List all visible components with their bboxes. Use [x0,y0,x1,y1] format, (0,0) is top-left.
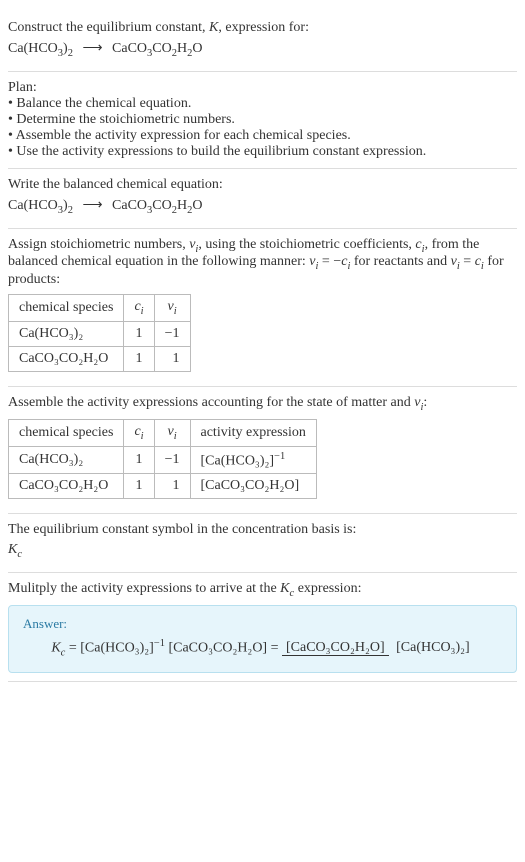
symbol-text: The equilibrium constant symbol in the c… [8,522,517,538]
eq-sub2: 2 [68,48,73,59]
fraction: [CaCO₃CO₂H₂O] [Ca(HCO₃)₂] [282,640,474,656]
col-nui: νi [154,419,190,446]
prompt-text-1: Construct the equilibrium constant, [8,20,209,35]
section-final: Mulitply the activity expressions to arr… [8,573,517,682]
stoich-text: = − [318,254,341,269]
kc-symbol: K [280,581,289,596]
balanced-equation: Ca(HCO3)2 ⟶ CaCO3CO2H2O [8,197,517,216]
exp: −1 [154,638,165,649]
cell-species: CaCO₃CO₂H₂O [9,474,124,499]
eq-rhs: CaCO [112,198,147,213]
table-row: Ca(HCO₃)₂ 1 −1 [9,321,191,346]
col-ci: ci [124,419,154,446]
unbalanced-equation: Ca(HCO3)2 ⟶ CaCO3CO2H2O [8,40,517,59]
section-prompt: Construct the equilibrium constant, K, e… [8,8,517,72]
cell-ci: 1 [124,474,154,499]
cell-ci: 1 [124,321,154,346]
activity-text: Assemble the activity expressions accoun… [8,395,414,410]
table-row: CaCO₃CO₂H₂O 1 1 [CaCO₃CO₂H₂O] [9,474,317,499]
arrow-icon: ⟶ [76,197,108,214]
col-nui: νi [154,295,190,322]
eq-sign: = [65,640,80,655]
cell-ci: 1 [124,446,154,474]
prompt-text-2: , expression for: [218,20,309,35]
section-balanced: Write the balanced chemical equation: Ca… [8,169,517,229]
cell-nui: −1 [154,446,190,474]
col-ci: ci [124,295,154,322]
section-stoich: Assign stoichiometric numbers, νi , using… [8,229,517,387]
cell-ci: 1 [124,346,154,371]
stoich-text: Assign stoichiometric numbers, [8,237,189,252]
final-text: Mulitply the activity expressions to arr… [8,581,280,596]
balanced-heading: Write the balanced chemical equation: [8,177,517,193]
answer-label: Answer: [23,616,502,632]
stoich-text: = [460,254,475,269]
section-activity: Assemble the activity expressions accoun… [8,387,517,514]
eq-rhs: O [192,198,202,213]
col-species: chemical species [9,295,124,322]
eq-sub2: 2 [68,205,73,216]
cell-activity: [Ca(HCO₃)₂]−1 [190,446,316,474]
eq-rhs: CO [152,41,171,56]
term: [Ca(HCO₃)₂] [80,640,154,655]
stoich-table: chemical species ci νi Ca(HCO₃)₂ 1 −1 Ca… [8,294,191,372]
plan-bullet: • Balance the chemical equation. [8,96,517,112]
prompt-K: K [209,20,218,35]
eq-rhs: O [192,41,202,56]
table-header-row: chemical species ci νi [9,295,191,322]
cell-activity: [CaCO₃CO₂H₂O] [190,474,316,499]
kc-symbol: K [51,640,60,655]
col-species: chemical species [9,419,124,446]
kc-sub: c [17,549,22,560]
stoich-text: , using the stoichiometric coefficients, [198,237,415,252]
answer-box: Answer: Kc = [Ca(HCO₃)₂]−1 [CaCO₃CO₂H₂O]… [8,605,517,673]
eq-lhs: Ca(HCO [8,198,58,213]
cell-species: CaCO₃CO₂H₂O [9,346,124,371]
cell-species: Ca(HCO₃)₂ [9,446,124,474]
table-row: CaCO₃CO₂H₂O 1 1 [9,346,191,371]
plan-bullet: • Assemble the activity expression for e… [8,128,517,144]
table-header-row: chemical species ci νi activity expressi… [9,419,317,446]
section-plan: Plan: • Balance the chemical equation. •… [8,72,517,169]
activity-text: : [423,395,427,410]
cell-species: Ca(HCO₃)₂ [9,321,124,346]
fraction-num: [CaCO₃CO₂H₂O] [282,640,389,656]
plan-bullet: • Use the activity expressions to build … [8,144,517,160]
eq-rhs: H [177,198,187,213]
plan-heading: Plan: [8,80,517,96]
table-row: Ca(HCO₃)₂ 1 −1 [Ca(HCO₃)₂]−1 [9,446,317,474]
cell-nui: 1 [154,474,190,499]
fraction-den: [Ca(HCO₃)₂] [392,640,474,655]
cell-nui: −1 [154,321,190,346]
col-activity: activity expression [190,419,316,446]
stoich-text: for reactants and [350,254,450,269]
eq-rhs: CO [152,198,171,213]
eq-rhs: CaCO [112,41,147,56]
section-symbol: The equilibrium constant symbol in the c… [8,514,517,573]
arrow-icon: ⟶ [76,40,108,57]
eq-rhs: H [177,41,187,56]
kc-symbol: K [8,542,17,557]
term: [CaCO₃CO₂H₂O] = [165,640,282,655]
activity-table: chemical species ci νi activity expressi… [8,419,317,499]
cell-nui: 1 [154,346,190,371]
final-text: expression: [294,581,361,596]
eq-lhs: Ca(HCO [8,41,58,56]
plan-bullet: • Determine the stoichiometric numbers. [8,112,517,128]
